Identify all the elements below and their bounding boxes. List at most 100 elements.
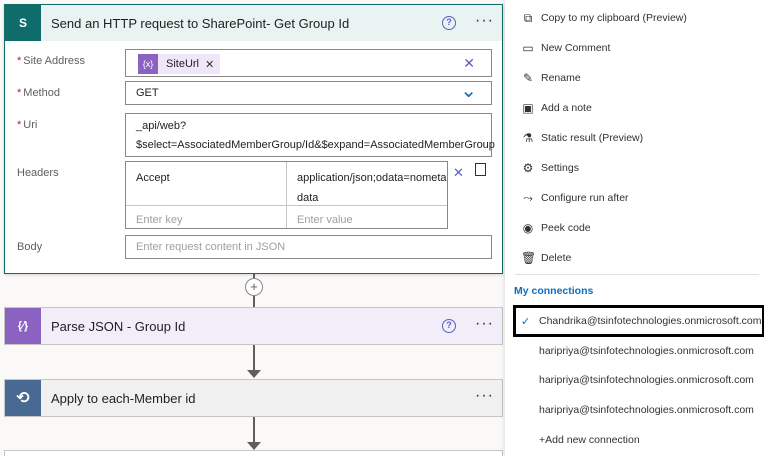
header-value-line-2: data [297, 192, 319, 204]
chevron-down-icon[interactable]: ⌄ [460, 78, 477, 103]
body-input[interactable]: Enter request content in JSON [125, 235, 492, 259]
add-new-connection-label: +Add new connection [539, 434, 640, 446]
header-value-cell[interactable]: application/json;odata=nometa data [297, 172, 447, 204]
run-after-icon: ⤳ [523, 190, 533, 205]
clear-field-icon[interactable]: ✕ [463, 55, 475, 72]
method-label-text: Method [23, 87, 60, 99]
menu-item-label: New Comment [541, 42, 611, 54]
more-options-icon[interactable]: ··· [475, 13, 494, 29]
connector-line [253, 417, 255, 443]
connection-item-haripriya[interactable]: haripriya@tsinfotechnologies.onmicrosoft… [505, 336, 764, 366]
site-url-token[interactable]: {x} SiteUrl ✕ [138, 54, 221, 74]
menu-item-label: Settings [541, 162, 579, 174]
headers-label: Headers [17, 167, 59, 179]
connection-item-chandrika[interactable]: ✓ Chandrika@tsinfotechnologies.onmicroso… [505, 306, 764, 336]
pencil-icon: ✎ [522, 71, 534, 85]
action-context-menu: ⧉ Copy to my clipboard (Preview) ▭ New C… [505, 0, 764, 456]
menu-item-static-result[interactable]: ⚗ Static result (Preview) [505, 123, 764, 153]
headers-column-divider [286, 162, 287, 228]
connection-item-haripriya[interactable]: haripriya@tsinfotechnologies.onmicrosoft… [505, 395, 764, 425]
switch-to-text-mode-icon[interactable] [475, 163, 486, 176]
apply-to-each-card[interactable]: ⟲ Apply to each-Member id ··· [4, 379, 503, 417]
uri-input[interactable]: _api/web? $select=AssociatedMemberGroup/… [125, 113, 495, 157]
uri-label-text: Uri [23, 119, 38, 131]
more-options-icon[interactable]: ··· [475, 388, 494, 404]
loop-icon: ⟲ [5, 380, 41, 416]
header-key-cell[interactable]: Accept [136, 172, 170, 184]
arrow-down-icon [247, 442, 261, 450]
headers-table: Accept application/json;odata=nometa dat… [125, 161, 448, 229]
apply-to-each-header[interactable]: ⟲ Apply to each-Member id ··· [5, 380, 502, 416]
menu-item-delete[interactable]: 🗑 Delete [505, 243, 764, 273]
header-value-line-1: application/json;odata=nometa [297, 172, 447, 184]
menu-item-rename[interactable]: ✎ Rename [505, 63, 764, 93]
data-operation-icon: {⁄} [5, 308, 41, 344]
connection-label: haripriya@tsinfotechnologies.onmicrosoft… [539, 374, 754, 386]
sharepoint-icon-letter: S [18, 16, 27, 30]
next-action-card[interactable] [4, 450, 503, 456]
body-label: Body [17, 241, 43, 253]
parse-json-card[interactable]: {⁄} Parse JSON - Group Id ? ··· [4, 307, 503, 345]
connection-label: Chandrika@tsinfotechnologies.onmicrosoft… [539, 315, 762, 327]
menu-item-peek-code[interactable]: ◉ Peek code [505, 213, 764, 243]
connection-item-haripriya[interactable]: haripriya@tsinfotechnologies.onmicrosoft… [505, 365, 764, 395]
required-marker: * [17, 87, 22, 99]
http-action-title[interactable]: Send an HTTP request to SharePoint- Get … [51, 16, 349, 31]
insert-step-plus-icon[interactable]: + [245, 278, 263, 296]
menu-item-label: Delete [541, 252, 572, 264]
more-options-icon[interactable]: ··· [475, 316, 494, 332]
header-value-input[interactable]: Enter value [297, 214, 353, 226]
site-address-label: * Site Address [17, 55, 85, 67]
parse-json-header[interactable]: {⁄} Parse JSON - Group Id ? ··· [5, 308, 502, 344]
comment-icon: ▭ [522, 41, 534, 55]
help-icon[interactable]: ? [442, 319, 456, 333]
http-action-card: S Send an HTTP request to SharePoint- Ge… [4, 4, 503, 274]
menu-item-settings[interactable]: ⚙ Settings [505, 153, 764, 183]
expression-icon: {x} [138, 54, 158, 74]
method-select[interactable]: GET ⌄ [125, 78, 492, 105]
uri-line-1: _api/web? [136, 120, 187, 132]
arrow-down-icon [247, 370, 261, 378]
menu-item-new-comment[interactable]: ▭ New Comment [505, 33, 764, 63]
sharepoint-icon: S [5, 5, 41, 41]
copy-icon: ⧉ [523, 10, 533, 25]
remove-header-icon[interactable]: ✕ [453, 165, 464, 181]
header-key-input[interactable]: Enter key [136, 214, 182, 226]
body-placeholder: Enter request content in JSON [136, 241, 286, 253]
parse-json-title[interactable]: Parse JSON - Group Id [51, 319, 185, 334]
connection-label: haripriya@tsinfotechnologies.onmicrosoft… [539, 404, 754, 416]
site-url-token-label: SiteUrl [166, 58, 200, 70]
eye-icon: ◉ [522, 221, 534, 235]
site-address-input[interactable]: {x} SiteUrl ✕ ✕ [125, 49, 492, 77]
note-icon: ▣ [522, 101, 534, 115]
menu-item-configure-run-after[interactable]: ⤳ Configure run after [505, 183, 764, 213]
menu-item-label: Rename [541, 72, 581, 84]
my-connections-heading: My connections [514, 285, 594, 297]
connector-line [253, 296, 255, 307]
check-icon: ✓ [521, 315, 531, 328]
menu-item-label: Copy to my clipboard (Preview) [541, 12, 687, 24]
menu-item-label: Static result (Preview) [541, 132, 644, 144]
menu-item-label: Add a note [541, 102, 592, 114]
menu-divider [515, 274, 759, 275]
trash-icon: 🗑 [521, 251, 537, 265]
menu-item-label: Configure run after [541, 192, 629, 204]
method-value: GET [136, 87, 159, 99]
gear-icon: ⚙ [522, 161, 534, 175]
uri-line-2: $select=AssociatedMemberGroup/Id&$expand… [136, 139, 495, 151]
required-marker: * [17, 119, 22, 131]
flask-icon: ⚗ [522, 131, 534, 145]
remove-token-icon[interactable]: ✕ [205, 58, 220, 71]
help-icon[interactable]: ? [442, 16, 456, 30]
method-label: * Method [17, 87, 60, 99]
menu-item-copy-to-clipboard[interactable]: ⧉ Copy to my clipboard (Preview) [505, 3, 764, 33]
menu-item-add-a-note[interactable]: ▣ Add a note [505, 93, 764, 123]
headers-row-divider [126, 205, 447, 206]
menu-item-label: Peek code [541, 222, 591, 234]
connection-label: haripriya@tsinfotechnologies.onmicrosoft… [539, 345, 754, 357]
http-action-header[interactable]: S Send an HTTP request to SharePoint- Ge… [5, 5, 502, 41]
site-address-label-text: Site Address [23, 55, 86, 67]
apply-to-each-title[interactable]: Apply to each-Member id [51, 391, 196, 406]
connector-line [253, 345, 255, 371]
add-new-connection-item[interactable]: +Add new connection [505, 425, 764, 455]
